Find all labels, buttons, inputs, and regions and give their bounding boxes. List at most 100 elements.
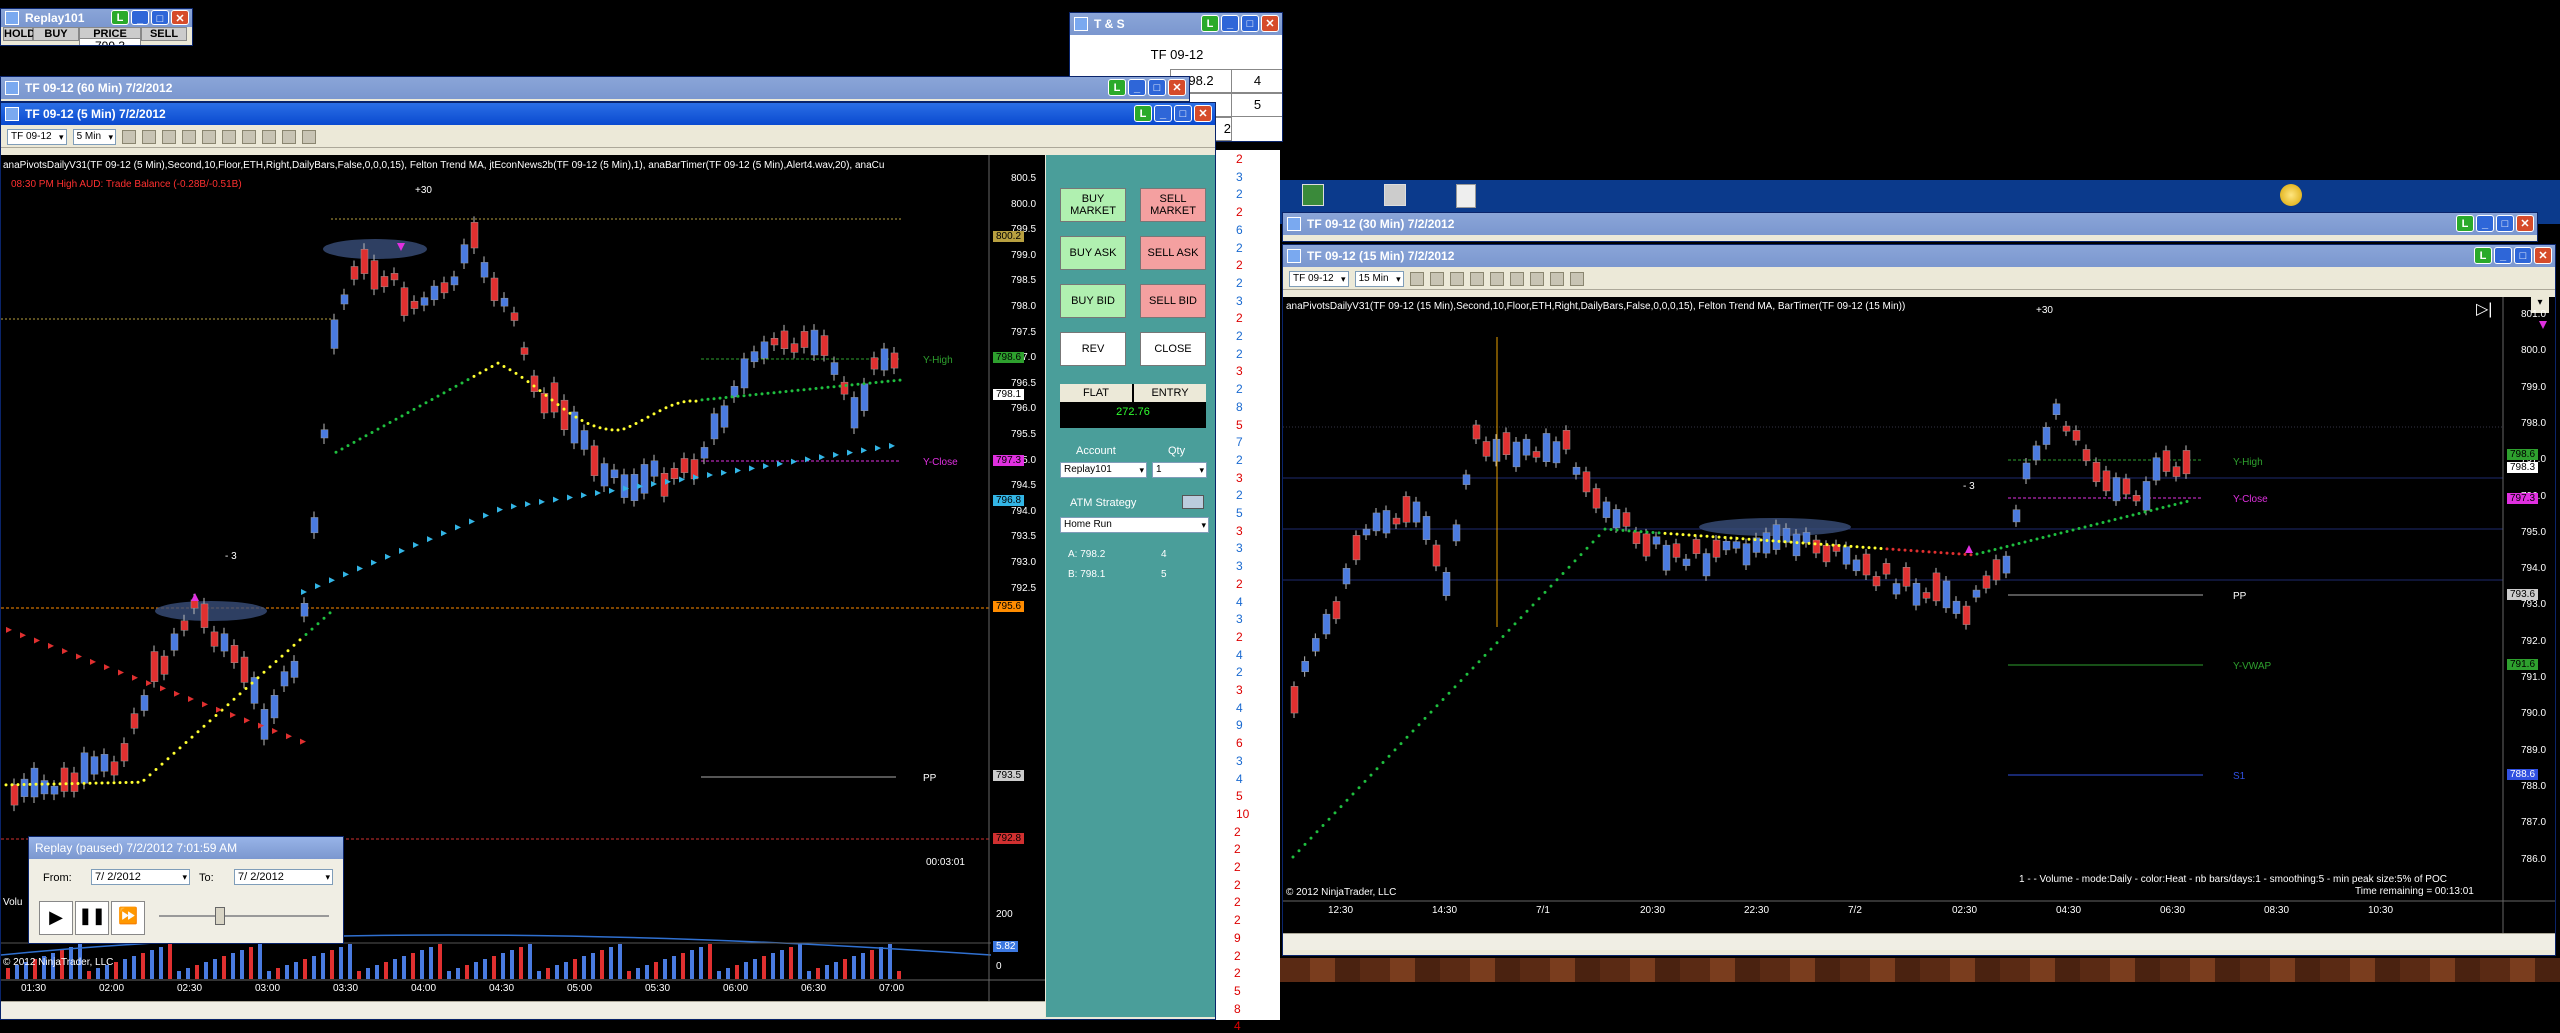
chart-30min-titlebar[interactable]: TF 09-12 (30 Min) 7/2/2012 L _ □ ✕ — [1283, 213, 2537, 235]
speed-slider-thumb[interactable] — [215, 907, 225, 925]
desktop-icon[interactable] — [2280, 184, 2302, 206]
qty-stepper[interactable]: 1 — [1152, 462, 1207, 478]
zoom-icon[interactable] — [202, 130, 217, 144]
ma-dot — [1627, 529, 1631, 533]
strategies-icon[interactable] — [1529, 272, 1544, 286]
sell-ask-button[interactable]: SELL ASK — [1140, 236, 1206, 270]
scroll-end-icon[interactable]: ▷| — [2476, 299, 2492, 319]
desktop-icon[interactable] — [1384, 184, 1406, 206]
speed-slider[interactable] — [159, 915, 329, 917]
ma-dot — [286, 649, 290, 653]
pause-button[interactable]: ❚❚ — [75, 901, 109, 935]
from-date-picker[interactable]: 7/ 2/2012 — [91, 869, 190, 885]
ma-dot — [406, 411, 410, 415]
sell-market-button[interactable]: SELL MARKET — [1140, 188, 1206, 222]
minimize-button[interactable]: _ — [1128, 79, 1146, 96]
fast-forward-button[interactable]: ⏩ — [111, 901, 145, 935]
volume-bar — [528, 944, 532, 979]
minimize-button[interactable]: _ — [1221, 15, 1239, 32]
ma-dot — [304, 633, 308, 636]
ts-titlebar[interactable]: T & S L _ □ ✕ — [1070, 13, 1282, 35]
ma-dot — [58, 782, 62, 786]
ma-dot — [1735, 536, 1739, 540]
indicators-icon[interactable] — [1509, 272, 1524, 286]
interval-select[interactable]: 15 Min — [1354, 271, 1404, 287]
ma-dot — [1615, 528, 1619, 532]
interval-select[interactable]: 5 Min — [72, 129, 117, 145]
close-button[interactable]: ✕ — [2516, 215, 2534, 232]
close-position-button[interactable]: CLOSE — [1140, 332, 1206, 366]
close-button[interactable]: ✕ — [2534, 247, 2552, 264]
maximize-button[interactable]: □ — [2514, 247, 2532, 264]
account-select[interactable]: Replay101 — [1060, 462, 1147, 478]
buy-market-button[interactable]: BUY MARKET — [1060, 188, 1126, 222]
desktop-icon[interactable] — [1302, 184, 1324, 206]
pen-icon[interactable] — [1449, 272, 1464, 286]
close-button[interactable]: ✕ — [1261, 15, 1279, 32]
bars-type-icon[interactable] — [122, 130, 137, 144]
maximize-button[interactable]: □ — [1241, 15, 1259, 32]
atm-strategy-label: ATM Strategy — [1070, 497, 1137, 509]
horizontal-scrollbar[interactable] — [1, 1001, 1045, 1018]
horizontal-scrollbar[interactable] — [1283, 933, 2555, 950]
maximize-button[interactable]: □ — [2496, 215, 2514, 232]
draw-tool-icon[interactable] — [142, 130, 157, 144]
price-chart-15min[interactable]: anaPivotsDailyV31(TF 09-12 (15 Min),Seco… — [1283, 297, 2555, 933]
reverse-button[interactable]: REV — [1060, 332, 1126, 366]
close-button[interactable]: ✕ — [1168, 79, 1186, 96]
chart-15min-titlebar[interactable]: TF 09-12 (15 Min) 7/2/2012 L _ □ ✕ — [1283, 245, 2555, 267]
cursor-icon[interactable] — [182, 130, 197, 144]
price-cell[interactable]: 799.3 — [79, 38, 141, 45]
ma-dot — [202, 724, 206, 728]
sell-bid-button[interactable]: SELL BID — [1140, 284, 1206, 318]
bars-type-icon[interactable] — [1409, 272, 1424, 286]
candle — [630, 474, 639, 501]
replay-titlebar[interactable]: Replay (paused) 7/2/2012 7:01:59 AM — [29, 837, 343, 859]
zoom-icon[interactable] — [1489, 272, 1504, 286]
maximize-button[interactable]: □ — [1174, 105, 1192, 122]
to-date-picker[interactable]: 7/ 2/2012 — [234, 869, 333, 885]
volume-bar — [555, 965, 559, 979]
y-axis-label: 791.0 — [2521, 672, 2547, 683]
instrument-select[interactable]: TF 09-12 — [7, 129, 67, 145]
ma-dot — [1921, 549, 1925, 553]
buy-ask-button[interactable]: BUY ASK — [1060, 236, 1126, 270]
atm-strategy-select[interactable]: Home Run — [1060, 517, 1209, 533]
indicators-icon[interactable] — [222, 130, 237, 144]
candle — [830, 362, 839, 375]
maximize-button[interactable]: □ — [1148, 79, 1166, 96]
replay101-titlebar[interactable]: Replay101 L _ □ ✕ — [1, 9, 192, 27]
data-box-icon[interactable] — [262, 130, 277, 144]
strategies-icon[interactable] — [242, 130, 257, 144]
trend-marker — [847, 449, 853, 456]
trend-marker — [553, 496, 559, 503]
minimize-button[interactable]: _ — [2476, 215, 2494, 232]
chart-60min-titlebar[interactable]: TF 09-12 (60 Min) 7/2/2012 L _ □ ✕ — [1, 77, 1189, 99]
app-icon — [5, 11, 19, 25]
order-panel-icon[interactable] — [282, 130, 297, 144]
close-button[interactable]: ✕ — [1194, 105, 1212, 122]
ma-dot — [1423, 716, 1427, 720]
close-button[interactable]: ✕ — [171, 10, 189, 25]
desktop-icon[interactable] — [1456, 184, 1476, 208]
atm-config-icon[interactable] — [1182, 495, 1204, 509]
cursor-icon[interactable] — [1469, 272, 1484, 286]
ma-dot — [742, 394, 746, 398]
size-value: 8 — [1234, 1001, 1241, 1016]
instrument-select[interactable]: TF 09-12 — [1289, 271, 1349, 287]
minimize-button[interactable]: _ — [1154, 105, 1172, 122]
buy-bid-button[interactable]: BUY BID — [1060, 284, 1126, 318]
pen-icon[interactable] — [162, 130, 177, 144]
maximize-button[interactable]: □ — [151, 10, 169, 25]
properties-icon[interactable] — [1569, 272, 1584, 286]
ts-size-cell: 4 — [1231, 69, 1282, 93]
draw-tool-icon[interactable] — [1429, 272, 1444, 286]
ma-dot — [1831, 543, 1835, 547]
candle — [2102, 470, 2111, 492]
properties-icon[interactable] — [302, 130, 317, 144]
chart-5min-titlebar[interactable]: TF 09-12 (5 Min) 7/2/2012 L _ □ ✕ — [1, 103, 1215, 125]
data-box-icon[interactable] — [1549, 272, 1564, 286]
minimize-button[interactable]: _ — [131, 10, 149, 25]
minimize-button[interactable]: _ — [2494, 247, 2512, 264]
play-button[interactable]: ▶ — [39, 901, 73, 935]
